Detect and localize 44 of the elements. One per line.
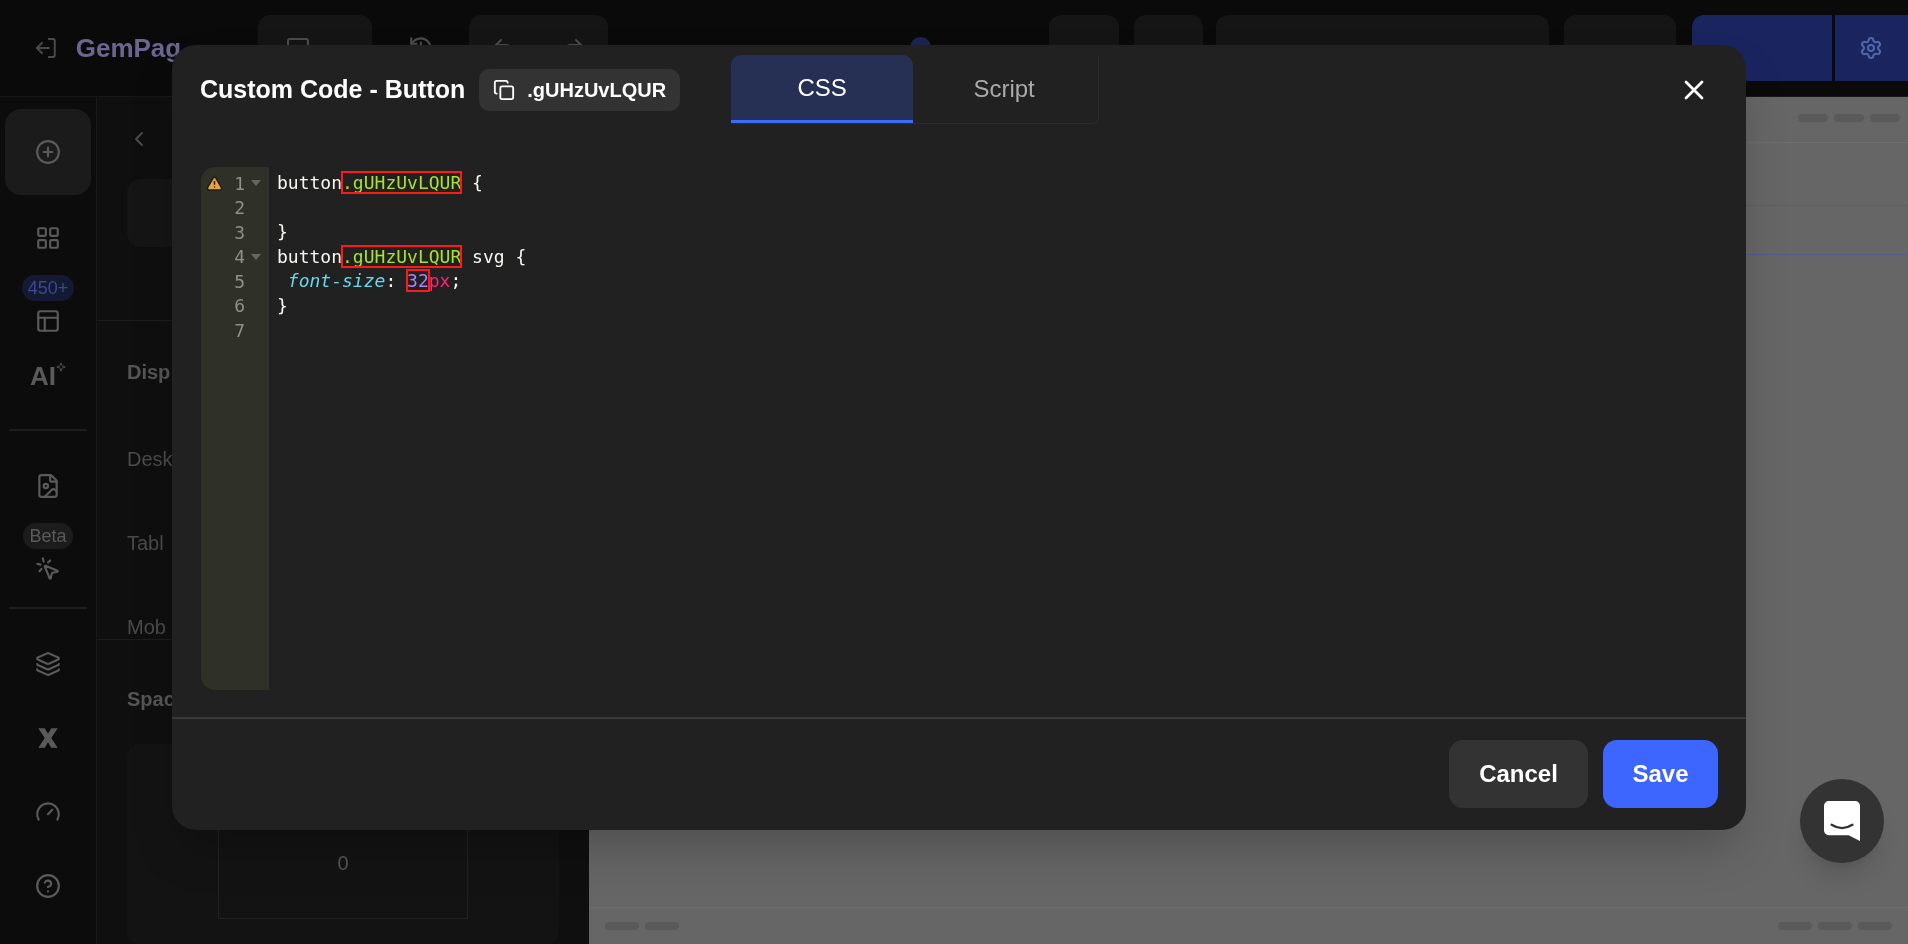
x-logo-icon [35,725,61,751]
line-number: 6 [233,294,245,319]
cursor-icon [35,556,61,582]
help-icon [35,873,61,899]
grid-icon [35,225,61,251]
settings-icon [1859,36,1884,60]
code-line: button.gUHzUvLQUR svg { [277,244,527,269]
tab[interactable]: Script [913,55,1096,123]
layout-icon [35,308,61,334]
code-line: } [277,220,288,244]
tab[interactable]: CSS [731,55,914,123]
badge: Beta [23,523,73,549]
cancel-button[interactable]: Cancel [1449,739,1588,808]
line-number: 4 [233,245,245,270]
code-line: } [277,293,288,318]
line-number: 1 [233,171,245,196]
exit-icon[interactable] [34,36,58,60]
code-line: font-size: 32px; [286,269,462,293]
line-number: 5 [233,269,245,294]
add-icon [35,139,61,165]
warning-icon [205,174,223,192]
row-label: Tabl [127,531,165,555]
code-line: button.gUHzUvLQUR { [277,171,483,195]
row-label: Desk [127,447,174,471]
chat-icon [1824,801,1860,841]
fold-caret-icon[interactable] [251,253,261,260]
rail-button[interactable] [5,109,91,195]
layers-icon [35,651,61,677]
line-number: 2 [233,196,245,221]
section-title: Disp [127,360,172,385]
fold-caret-icon[interactable] [251,180,261,187]
app-name: GemPag [75,31,182,65]
line-number: 7 [233,318,245,343]
badge: 450+ [21,275,75,301]
dialog-title: Custom Code - Button [200,73,466,105]
code-editor[interactable]: button.gUHzUvLQUR { } button.gUHzUvLQUR svg { font-size: 32px; } [269,167,1710,690]
settings-button[interactable] [1834,15,1908,81]
page-icon [35,473,61,499]
copy-icon [493,78,516,101]
line-number: 3 [233,220,245,245]
row-label: Mob [127,615,167,639]
save-button[interactable]: Save [1603,739,1718,808]
section-title: Spac [127,687,176,712]
class-chip[interactable]: .gUHzUvLQUR [479,68,681,111]
